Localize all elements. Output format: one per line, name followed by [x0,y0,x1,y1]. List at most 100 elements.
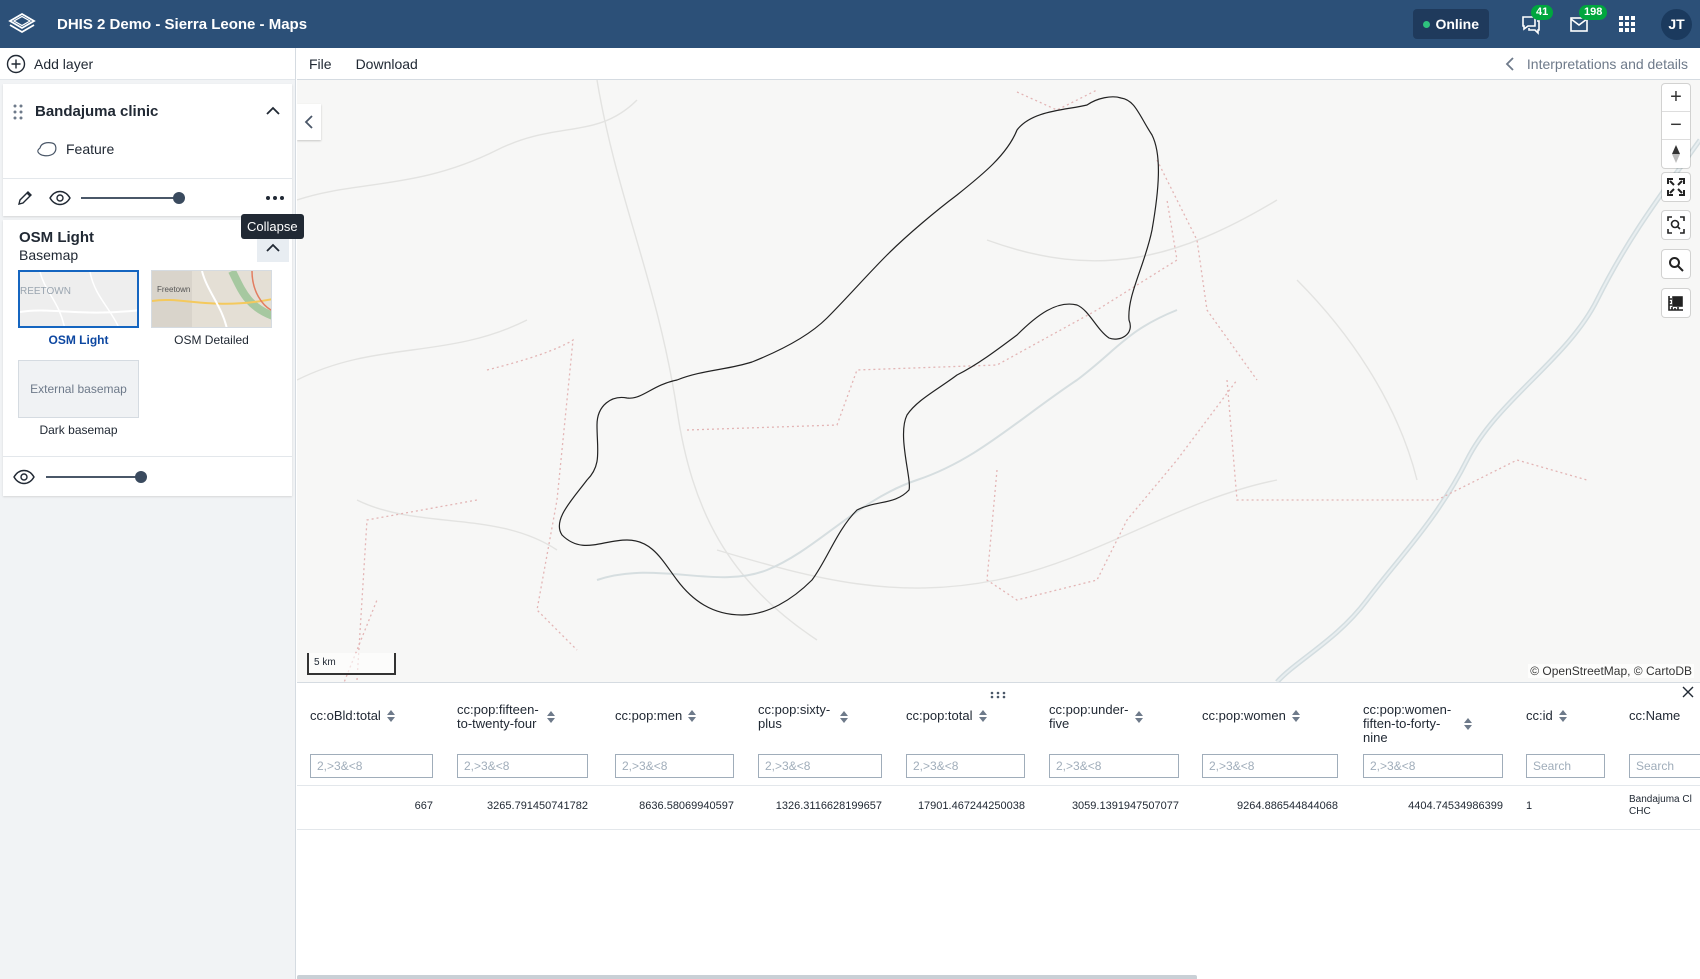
column-header[interactable]: cc:oBld:total [310,709,395,723]
layer-collapse-button[interactable] [266,103,280,121]
place-search-button[interactable] [1662,250,1690,278]
column-header-label: cc:pop:under-five [1049,702,1129,731]
collapse-tooltip: Collapse [241,214,304,239]
column-header-label: cc:pop:total [906,708,973,723]
column-filter-input[interactable]: 2,>3&<8 [758,754,882,778]
close-icon [1682,686,1694,698]
table-cell: 8636.58069940597 [639,800,734,812]
column-filter-input[interactable]: Search [1629,754,1700,778]
apps-grid-icon [1619,16,1635,32]
table-cell: 4404.74534986399 [1408,800,1503,812]
fullscreen-icon [1667,178,1685,196]
add-layer-button[interactable]: Add layer [0,48,295,80]
map-scale: 5 km [307,653,396,675]
table-cell: 1326.3116628199657 [775,800,882,812]
chevron-up-icon [266,243,280,252]
compass-icon [1672,145,1680,163]
zoom-in-button[interactable]: + [1662,84,1690,112]
interpretations-button[interactable]: 41 [1507,0,1555,48]
online-status-badge[interactable]: Online [1413,9,1489,39]
basemap-option-osm-light[interactable]: REETOWN OSM Light [18,270,139,347]
basemap-opacity-slider[interactable] [46,476,141,478]
column-header[interactable]: cc:pop:sixty-plus [758,703,848,731]
measure-button[interactable] [1662,289,1690,317]
column-header-label: cc:Name [1629,708,1681,723]
minus-icon: − [1670,114,1682,136]
basemap-option-osm-detailed[interactable]: Freetown OSM Detailed [151,270,272,347]
basemap-opacity-slider-handle[interactable] [135,471,147,483]
interpretations-label: Interpretations and details [1526,56,1688,72]
column-filter-input[interactable]: 2,>3&<8 [310,754,433,778]
zoom-to-content-button[interactable] [1662,211,1690,239]
chevron-left-icon [1505,57,1514,71]
header-divider [297,785,1700,786]
opacity-slider[interactable] [81,197,179,199]
apps-menu-button[interactable] [1603,0,1651,48]
column-header-label: cc:pop:sixty-plus [758,702,831,731]
table-cell: Bandajuma Cl CHC [1629,794,1692,817]
table-cell: 9264.886544844068 [1237,800,1338,812]
online-status-label: Online [1435,16,1479,32]
column-header[interactable]: cc:pop:fifteen-to-twenty-four [457,703,555,731]
horizontal-scrollbar[interactable] [297,975,1197,979]
map-attribution[interactable]: © OpenStreetMap, © CartoDB [1528,664,1694,678]
column-header[interactable]: cc:pop:women-fiften-to-forty-nine [1363,703,1472,745]
messages-button[interactable]: 198 [1555,0,1608,48]
ruler-icon [1668,296,1683,311]
zoom-out-button[interactable]: − [1662,112,1690,140]
zoom-controls: + − [1662,84,1690,168]
column-filter-input[interactable]: 2,>3&<8 [1202,754,1338,778]
layer-more-button[interactable] [265,189,285,212]
osm-detailed-thumb-text: Freetown [157,285,191,294]
column-header[interactable]: cc:pop:total [906,709,987,723]
map-features [297,80,1700,682]
column-header[interactable]: cc:id [1526,709,1567,723]
fullscreen-button[interactable] [1662,173,1690,201]
drag-handle-icon[interactable] [13,104,23,125]
row-divider [297,829,1700,830]
column-header[interactable]: cc:pop:women [1202,709,1300,723]
column-filter-input[interactable]: Search [1526,754,1605,778]
collapse-layers-panel-button[interactable] [297,104,321,140]
map-canvas[interactable]: + − 5 km © OpenStreetMap, © CartoDB [297,80,1700,682]
basemap-subtitle: Basemap [19,247,79,263]
dhis2-logo-icon[interactable] [0,0,44,48]
column-filter-input[interactable]: 2,>3&<8 [457,754,588,778]
column-header[interactable]: cc:pop:men [615,709,697,723]
measure-control [1662,289,1690,317]
basemap-card: OSM Light Basemap REETOWN OSM Light Free… [3,220,292,496]
legend-feature-label: Feature [66,141,115,157]
basemap-thumb-osm-light: REETOWN [18,270,139,328]
opacity-slider-handle[interactable] [173,192,185,204]
close-table-button[interactable] [1682,685,1694,703]
column-filter-input[interactable]: 2,>3&<8 [1049,754,1179,778]
table-cell: 3059.1391947507077 [1071,800,1179,812]
user-avatar[interactable]: JT [1661,8,1692,40]
column-header[interactable]: cc:pop:under-five [1049,703,1143,731]
toggle-visibility-button[interactable] [49,190,71,211]
basemap-title: OSM Light [19,229,94,246]
layer-toolbar [3,178,292,216]
column-filter-input[interactable]: 2,>3&<8 [906,754,1025,778]
reset-bearing-button[interactable] [1662,140,1690,168]
download-menu[interactable]: Download [356,56,418,72]
map-menubar: File Download Interpretations and detail… [297,48,1700,80]
sort-icon [1135,711,1143,723]
basemap-visibility-button[interactable] [13,469,35,490]
basemap-option-dark[interactable]: External basemap Dark basemap [18,360,139,437]
table-resize-handle-icon[interactable] [990,686,1006,704]
search-control [1662,250,1690,278]
file-menu[interactable]: File [309,56,332,72]
column-filter-input[interactable]: 2,>3&<8 [1363,754,1503,778]
data-table-panel: cc:oBld:total cc:pop:fifteen-to-twenty-f… [297,682,1700,979]
app-title: DHIS 2 Demo - Sierra Leone - Maps [57,15,308,33]
column-header-label: cc:oBld:total [310,708,381,723]
basemap-thumb-osm-detailed: Freetown [151,270,272,328]
edit-layer-button[interactable] [16,189,34,212]
interpretations-toggle[interactable]: Interpretations and details [1505,56,1688,72]
eye-icon [49,190,71,206]
interpretations-count: 41 [1531,5,1554,20]
column-header[interactable]: cc:Name [1629,709,1680,723]
column-filter-input[interactable]: 2,>3&<8 [615,754,734,778]
pencil-icon [18,191,32,205]
